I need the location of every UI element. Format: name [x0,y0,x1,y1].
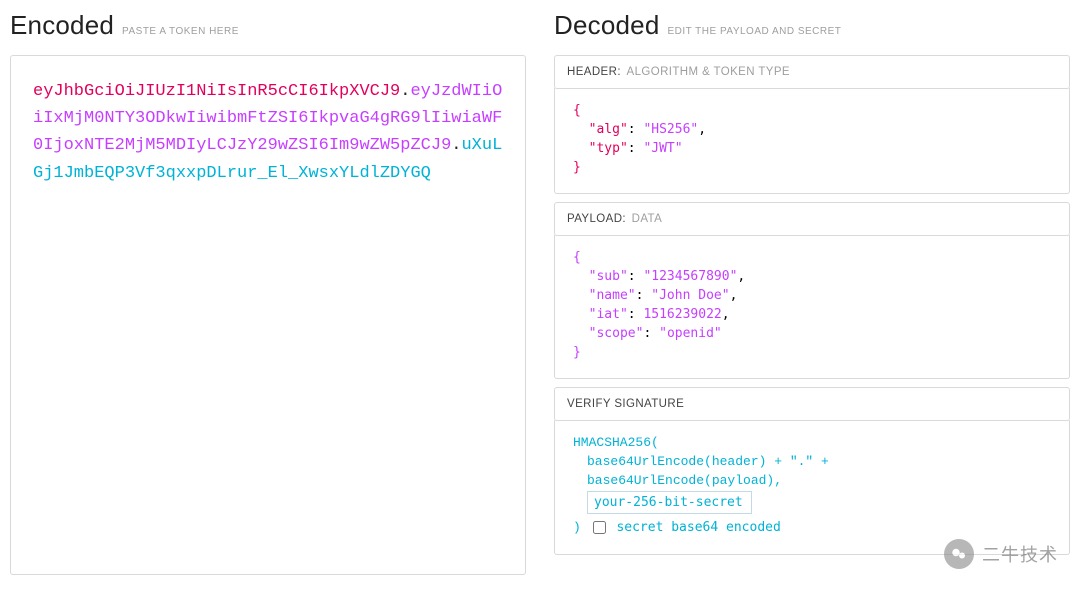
encoded-title-row: Encoded PASTE A TOKEN HERE [10,10,526,41]
decoded-title: Decoded [554,10,659,41]
secret-base64-label: secret base64 encoded [616,520,780,535]
sig-line1: base64UrlEncode(header) + "." + [573,453,1051,472]
sig-line2: base64UrlEncode(payload), [573,472,1051,491]
sig-close-paren: ) [573,520,581,535]
decoded-title-row: Decoded EDIT THE PAYLOAD AND SECRET [554,10,1070,41]
encoded-subtitle: PASTE A TOKEN HERE [122,26,239,37]
payload-section-title: PAYLOAD: DATA [554,202,1070,236]
signature-body: HMACSHA256( base64UrlEncode(header) + ".… [554,420,1070,554]
decoded-subtitle: EDIT THE PAYLOAD AND SECRET [667,26,841,37]
sig-alg-fn: HMACSHA256( [573,434,1051,453]
decoded-column: Decoded EDIT THE PAYLOAD AND SECRET HEAD… [554,10,1070,575]
header-json-editor[interactable]: { "alg": "HS256", "typ": "JWT" } [554,88,1070,194]
payload-label: PAYLOAD: [567,213,626,225]
secret-input[interactable] [587,491,752,514]
jwt-header-segment: eyJhbGciOiJIUzI1NiIsInR5cCI6IkpXVCJ9 [33,82,400,101]
header-label: HEADER: [567,66,621,78]
encoded-title: Encoded [10,10,114,41]
signature-label: VERIFY SIGNATURE [567,398,684,410]
sig-secret-row [573,491,1051,514]
payload-json-editor[interactable]: { "sub": "1234567890", "name": "John Doe… [554,235,1070,379]
signature-section-title: VERIFY SIGNATURE [554,387,1070,421]
header-section: HEADER: ALGORITHM & TOKEN TYPE { "alg": … [554,55,1070,194]
secret-base64-checkbox[interactable] [593,521,606,534]
payload-sublabel: DATA [632,213,663,225]
encoded-token-input[interactable]: eyJhbGciOiJIUzI1NiIsInR5cCI6IkpXVCJ9.eyJ… [10,55,526,575]
header-sublabel: ALGORITHM & TOKEN TYPE [627,66,790,78]
payload-section: PAYLOAD: DATA { "sub": "1234567890", "na… [554,202,1070,379]
jwt-separator-dot: . [451,136,461,155]
signature-section: VERIFY SIGNATURE HMACSHA256( base64UrlEn… [554,387,1070,554]
jwt-separator-dot: . [400,82,410,101]
encoded-column: Encoded PASTE A TOKEN HERE eyJhbGciOiJIU… [10,10,526,575]
header-section-title: HEADER: ALGORITHM & TOKEN TYPE [554,55,1070,89]
